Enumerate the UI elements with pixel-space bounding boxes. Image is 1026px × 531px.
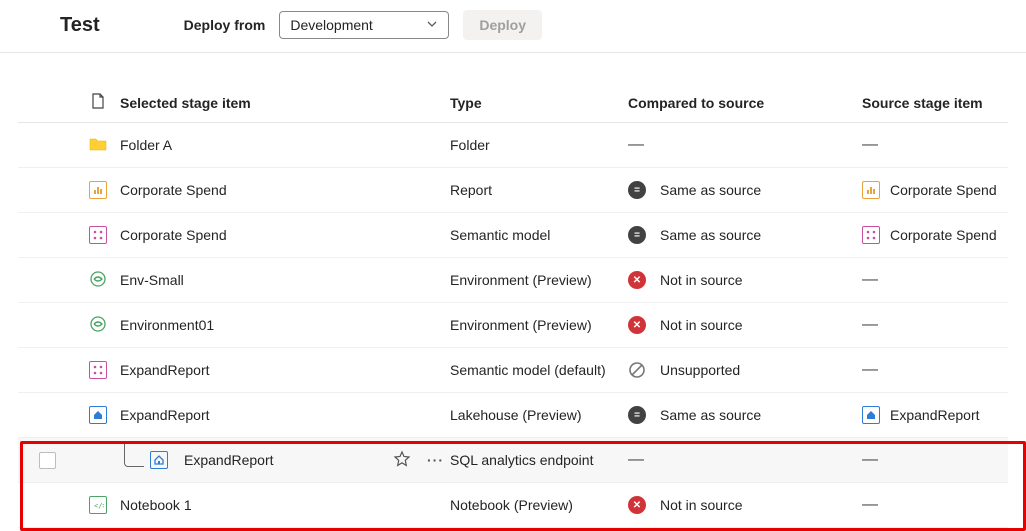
same-status-icon: = xyxy=(628,226,646,244)
item-type-icon xyxy=(89,181,107,199)
item-type-icon xyxy=(89,226,107,244)
favorite-star-icon[interactable] xyxy=(393,450,411,471)
item-type: Environment (Preview) xyxy=(450,272,628,288)
more-options-button[interactable]: ··· xyxy=(421,452,450,468)
source-item-icon xyxy=(862,406,880,424)
item-type-icon: </> xyxy=(89,496,107,514)
item-type: Lakehouse (Preview) xyxy=(450,407,628,423)
same-status-icon: = xyxy=(628,181,646,199)
col-header-type[interactable]: Type xyxy=(450,95,628,111)
col-header-name[interactable]: Selected stage item xyxy=(120,95,450,111)
item-name: ExpandReport xyxy=(184,452,274,468)
item-type-icon xyxy=(89,361,107,379)
item-name: ExpandReport xyxy=(120,362,210,378)
table-row[interactable]: Env-Small Environment (Preview)✕ Not in so… xyxy=(18,258,1008,303)
error-status-icon: ✕ xyxy=(628,271,646,289)
item-name: Corporate Spend xyxy=(120,182,227,198)
col-header-compare[interactable]: Compared to source xyxy=(628,95,862,111)
page-header: Test Deploy from Development Deploy xyxy=(0,0,1026,53)
table-row[interactable]: Folder AFolder—— xyxy=(18,123,1008,168)
compare-text: Unsupported xyxy=(660,362,740,378)
same-status-icon: = xyxy=(628,406,646,424)
table-row[interactable]: ExpandReport Lakehouse (Preview)= Same as … xyxy=(18,393,1008,438)
table-row[interactable]: Environment01 Environment (Preview)✕ Not i… xyxy=(18,303,1008,348)
table-row[interactable]: ExpandReport Semantic model (default) Unsu… xyxy=(18,348,1008,393)
error-status-icon: ✕ xyxy=(628,496,646,514)
item-type: Report xyxy=(450,182,628,198)
item-type: Environment (Preview) xyxy=(450,317,628,333)
stage-items-table: Selected stage item Type Compared to sou… xyxy=(0,53,1026,528)
stage-dropdown-value: Development xyxy=(290,17,373,33)
file-icon xyxy=(91,93,105,112)
compare-text: Not in source xyxy=(660,317,742,333)
compare-text: Same as source xyxy=(660,182,761,198)
compare-text: Same as source xyxy=(660,227,761,243)
source-item-name: Corporate Spend xyxy=(890,182,997,198)
item-type-icon xyxy=(89,270,107,291)
item-type: Folder xyxy=(450,137,628,153)
item-type-icon xyxy=(150,451,168,469)
table-row[interactable]: Corporate Spend Report= Same as source Corp… xyxy=(18,168,1008,213)
item-name: Notebook 1 xyxy=(120,497,192,513)
deploy-from-label: Deploy from xyxy=(184,17,266,33)
item-type: Semantic model (default) xyxy=(450,362,628,378)
table-header-row: Selected stage item Type Compared to sou… xyxy=(18,83,1008,123)
dash-icon: — xyxy=(628,451,644,469)
compare-text: Not in source xyxy=(660,497,742,513)
col-header-source[interactable]: Source stage item xyxy=(862,95,1008,111)
stage-dropdown[interactable]: Development xyxy=(279,11,449,39)
item-name: Env-Small xyxy=(120,272,184,288)
dash-icon: — xyxy=(862,496,878,514)
item-type: Semantic model xyxy=(450,227,628,243)
item-type-icon xyxy=(89,406,107,424)
svg-text:</>: </> xyxy=(94,502,104,510)
page-title: Test xyxy=(60,14,100,37)
item-name: Environment01 xyxy=(120,317,214,333)
source-item-name: ExpandReport xyxy=(890,407,980,423)
compare-text: Not in source xyxy=(660,272,742,288)
item-name: Corporate Spend xyxy=(120,227,227,243)
item-type-icon xyxy=(89,136,107,154)
chevron-down-icon xyxy=(426,17,438,33)
source-item-icon xyxy=(862,226,880,244)
compare-text: Same as source xyxy=(660,407,761,423)
item-name: Folder A xyxy=(120,137,172,153)
item-type: Notebook (Preview) xyxy=(450,497,628,513)
dash-icon: — xyxy=(862,316,878,334)
dash-icon: — xyxy=(862,451,878,469)
table-row[interactable]: </> Notebook 1 Notebook (Preview)✕ Not in s… xyxy=(18,483,1008,528)
item-name: ExpandReport xyxy=(120,407,210,423)
table-row[interactable]: Corporate Spend Semantic model= Same as so… xyxy=(18,213,1008,258)
source-item-name: Corporate Spend xyxy=(890,227,997,243)
item-type: SQL analytics endpoint xyxy=(450,452,628,468)
error-status-icon: ✕ xyxy=(628,316,646,334)
deploy-button[interactable]: Deploy xyxy=(463,10,542,40)
table-row[interactable]: ExpandReport···SQL analytics endpoint—— xyxy=(18,438,1008,483)
item-type-icon xyxy=(89,315,107,336)
dash-icon: — xyxy=(628,136,644,154)
row-checkbox[interactable] xyxy=(39,452,56,469)
dash-icon: — xyxy=(862,271,878,289)
tree-connector-icon xyxy=(124,443,144,467)
dash-icon: — xyxy=(862,136,878,154)
unsupported-status-icon xyxy=(628,361,646,379)
dash-icon: — xyxy=(862,361,878,379)
source-item-icon xyxy=(862,181,880,199)
